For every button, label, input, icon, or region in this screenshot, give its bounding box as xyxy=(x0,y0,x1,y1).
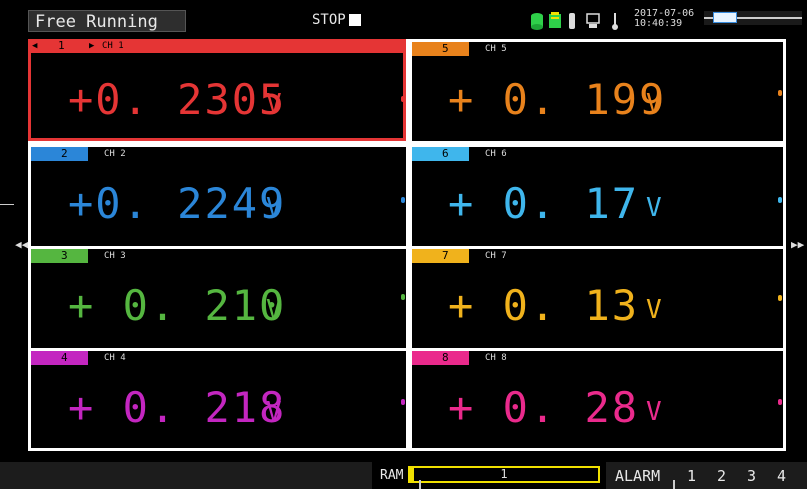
channel-unit: V xyxy=(266,295,282,325)
channel-name: CH 7 xyxy=(485,251,507,261)
storage-icon xyxy=(531,13,543,30)
channel-name: CH 1 xyxy=(102,41,124,51)
channel-name: CH 3 xyxy=(104,251,126,261)
level-marker xyxy=(778,399,782,405)
channel-tag: 7 xyxy=(412,249,469,263)
channel-panel-5[interactable]: 5 CH 5 + 0. 199 V xyxy=(412,42,783,141)
scroll-left-arrow-icon[interactable]: ◀◀ xyxy=(15,238,28,251)
channel-name: CH 6 xyxy=(485,149,507,159)
channel-reading: + 0. 13 xyxy=(448,281,640,330)
channel-unit: V xyxy=(646,89,662,119)
scroll-right-arrow-icon[interactable]: ▶▶ xyxy=(791,238,804,251)
mode-label[interactable]: Free Running xyxy=(28,10,186,32)
channel-tag: 8 xyxy=(412,351,469,365)
level-marker xyxy=(778,90,782,96)
level-marker xyxy=(401,197,405,203)
left-cursor-line xyxy=(0,204,14,205)
channel-reading: + 0. 28 xyxy=(448,383,640,432)
alarm-channel-4: 4 xyxy=(777,467,787,485)
top-status-bar: Free Running STOP 2017-07-06 10:40:39 xyxy=(0,0,807,35)
channel-reading: +0. 2249 xyxy=(68,179,287,228)
bottom-left-area xyxy=(0,462,372,489)
alarm-tick-marker xyxy=(673,480,675,489)
network-icon xyxy=(586,13,600,28)
channel-reading: + 0. 199 xyxy=(448,75,667,124)
channel-unit: V xyxy=(266,89,282,119)
scroll-thumb[interactable] xyxy=(713,12,737,23)
ram-label: RAM xyxy=(380,468,404,483)
alarm-channel-2: 2 xyxy=(717,467,727,485)
channel-panel-3[interactable]: 3 CH 3 + 0. 210 V xyxy=(31,249,406,348)
horizontal-scrollbar[interactable] xyxy=(704,11,802,25)
channel-unit: V xyxy=(646,397,662,427)
thermometer-icon xyxy=(612,13,618,30)
channel-tag: 6 xyxy=(412,147,469,161)
time-text: 10:40:39 xyxy=(634,18,683,29)
channel-reading: + 0. 218 xyxy=(68,383,287,432)
level-marker xyxy=(778,197,782,203)
channel-reading: + 0. 17 xyxy=(448,179,640,228)
datetime: 2017-07-06 10:40:39 xyxy=(634,9,694,29)
channel-tag: 4 xyxy=(31,351,88,365)
probe-icon xyxy=(569,13,575,29)
channel-name: CH 8 xyxy=(485,353,507,363)
level-marker xyxy=(401,294,405,300)
stop-indicator-icon xyxy=(349,14,361,26)
run-state-label: STOP xyxy=(312,12,346,28)
channel-grid: ◀ 1 ▶ CH 1 +0. 2305 V 2 CH 2 +0. 2249 V … xyxy=(28,39,786,451)
channel-unit: V xyxy=(266,193,282,223)
channel-tag: 2 xyxy=(31,147,88,161)
channel-panel-8[interactable]: 8 CH 8 + 0. 28 V xyxy=(412,351,783,448)
alarm-channel-1: 1 xyxy=(687,467,697,485)
battery-icon xyxy=(549,12,561,28)
channel-name: CH 5 xyxy=(485,44,507,54)
channel-tag: 3 xyxy=(31,249,88,263)
level-marker xyxy=(401,96,405,102)
bottom-status-bar: RAM 1 ALARM 1 2 3 4 xyxy=(0,462,807,489)
alarm-label: ALARM xyxy=(615,467,661,485)
channel-unit: V xyxy=(646,193,662,223)
ram-tick-marker xyxy=(419,480,421,489)
channel-panel-2[interactable]: 2 CH 2 +0. 2249 V xyxy=(31,147,406,246)
channel-name: CH 2 xyxy=(104,149,126,159)
channel-number: 1 xyxy=(58,39,65,52)
ram-value: 1 xyxy=(500,467,508,481)
right-arrow-icon: ▶ xyxy=(89,41,95,51)
channel-panel-4[interactable]: 4 CH 4 + 0. 218 V xyxy=(31,351,406,448)
level-marker xyxy=(778,295,782,301)
channel-tag: 5 xyxy=(412,42,469,56)
alarm-channel-3: 3 xyxy=(747,467,757,485)
channel-reading: + 0. 210 xyxy=(68,281,287,330)
channel-unit: V xyxy=(266,397,282,427)
channel-unit: V xyxy=(646,295,662,325)
channel-panel-1[interactable]: ◀ 1 ▶ CH 1 +0. 2305 V xyxy=(28,39,406,141)
ram-usage-bar: 1 xyxy=(408,466,600,483)
channel-panel-6[interactable]: 6 CH 6 + 0. 17 V xyxy=(412,147,783,246)
channel-name: CH 4 xyxy=(104,353,126,363)
level-marker xyxy=(401,399,405,405)
channel-panel-7[interactable]: 7 CH 7 + 0. 13 V xyxy=(412,249,783,348)
channel-tag: ◀ 1 ▶ CH 1 xyxy=(28,39,406,53)
left-arrow-icon: ◀ xyxy=(32,41,38,51)
channel-reading: +0. 2305 xyxy=(68,75,287,124)
